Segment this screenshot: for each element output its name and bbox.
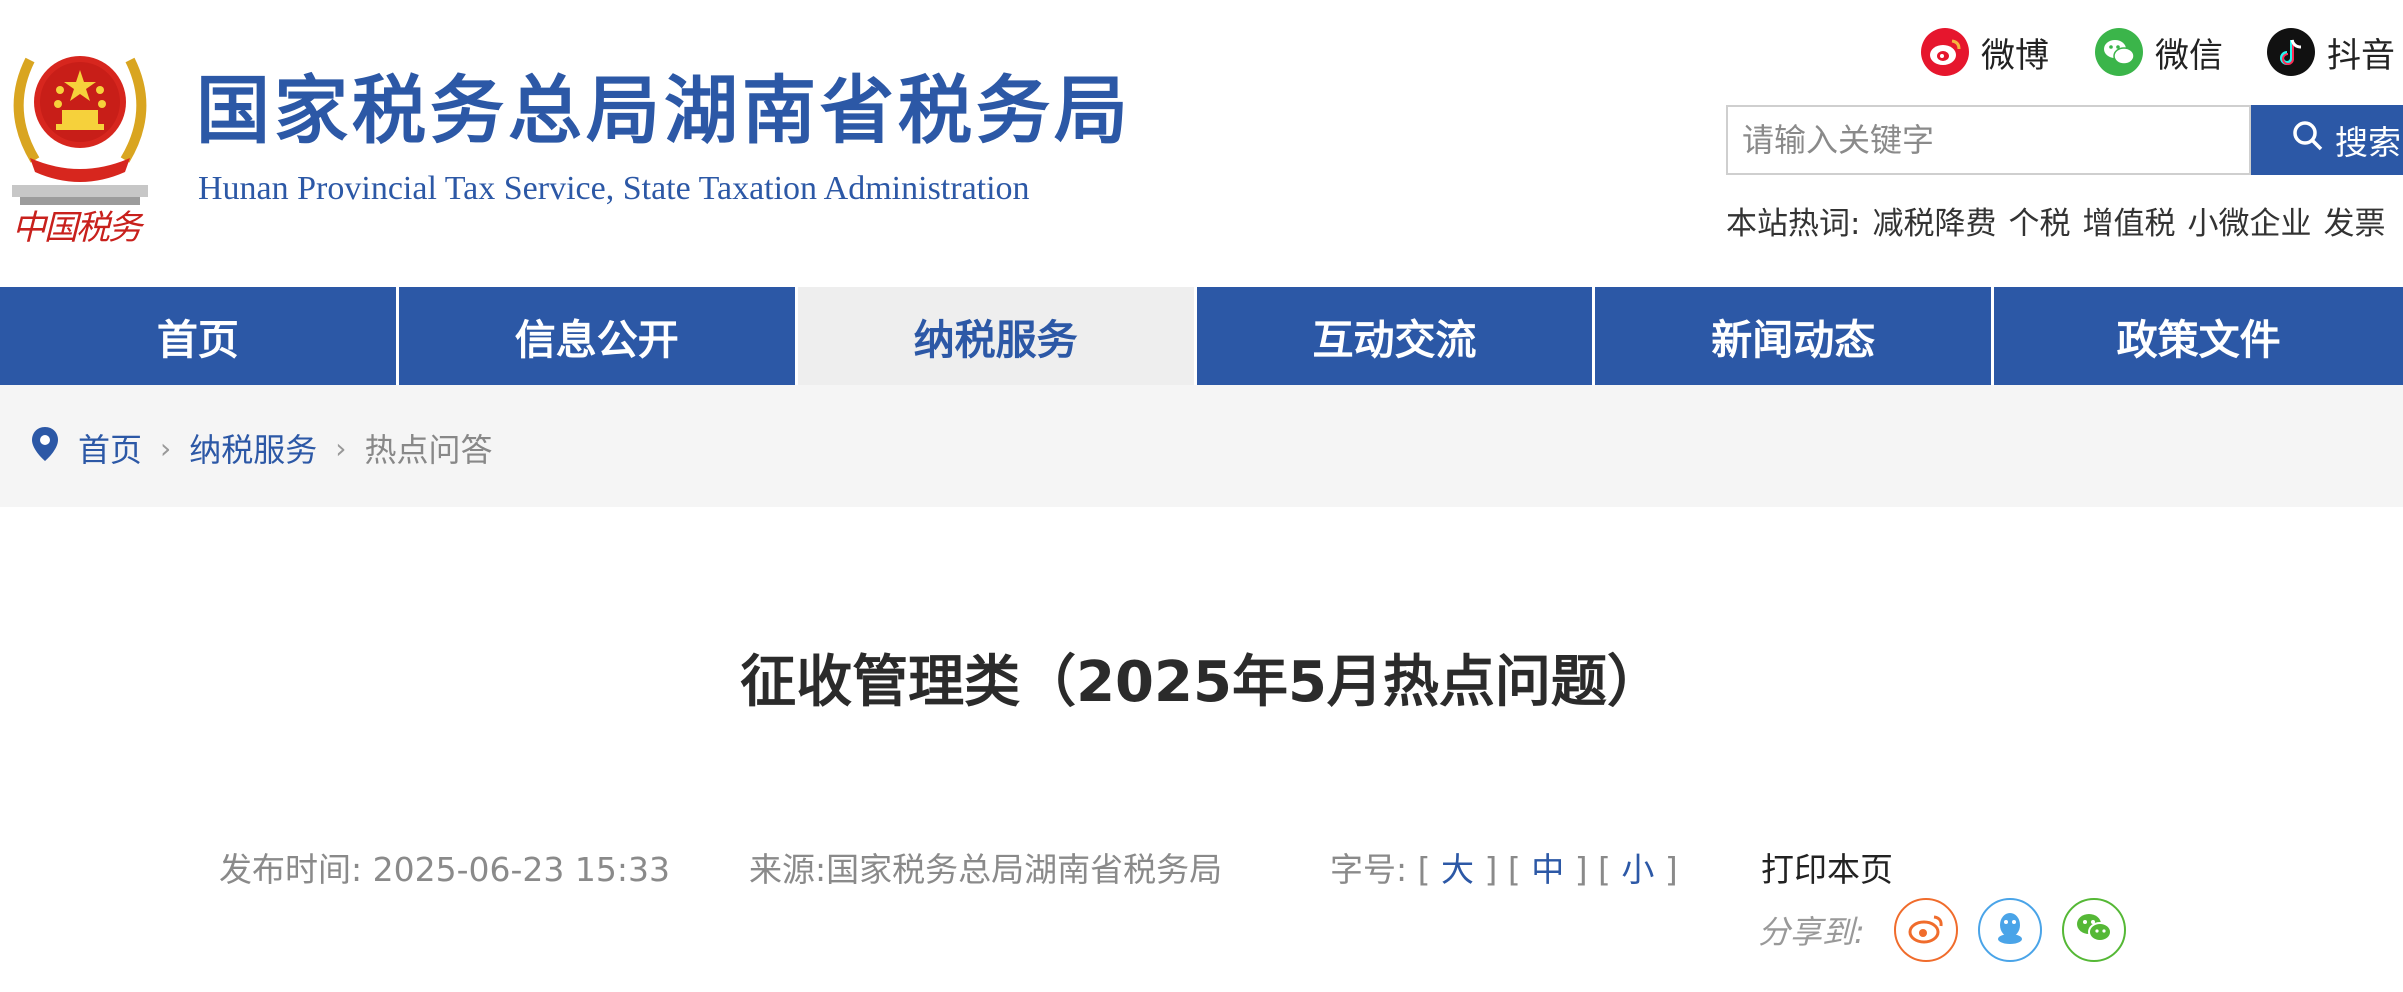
nav-item-info-disclosure[interactable]: 信息公开 [399,287,798,385]
publish-time-value: 2025-06-23 15:33 [372,850,670,889]
source-value: 国家税务总局湖南省税务局 [826,850,1223,889]
qq-icon [1994,910,2026,950]
font-size-label: 字号: [1330,850,1408,889]
emblem-calligraphy: 中国税务 [12,208,142,248]
publish-time: 发布时间: 2025-06-23 15:33 [219,848,670,892]
search-button-label: 搜索 [2335,123,2401,162]
site-subtitle: Hunan Provincial Tax Service, State Taxa… [198,170,1030,207]
article-source: 来源:国家税务总局湖南省税务局 [749,848,1222,892]
douyin-link[interactable]: 抖音 [2267,24,2395,80]
hot-word-link[interactable]: 发票 [2323,198,2385,243]
hot-word-link[interactable]: 增值税 [2082,198,2175,243]
wechat-icon [2075,912,2113,948]
breadcrumb-taxpayer-service[interactable]: 纳税服务 [189,425,317,471]
chevron-right-icon: › [335,431,347,465]
douyin-label: 抖音 [2327,35,2395,76]
wechat-label: 微信 [2155,35,2223,76]
weibo-icon [1921,28,1969,76]
search-button[interactable]: 搜索 [2251,105,2403,175]
douyin-icon [2267,28,2315,76]
share-weibo-button[interactable] [1894,898,1958,962]
site-title: 国家税务总局湖南省税务局 [196,68,1132,154]
share-qq-button[interactable] [1978,898,2042,962]
breadcrumb-bar: 首页 › 纳税服务 › 热点问答 [0,385,2403,507]
breadcrumb: 首页 › 纳税服务 › 热点问答 [30,425,492,471]
site-header: 中国税务 国家税务总局湖南省税务局 Hunan Provincial Tax S… [0,0,2403,287]
hot-words-label: 本站热词: [1726,206,1861,242]
chevron-right-icon: › [160,431,172,465]
publish-time-label: 发布时间: [219,850,363,889]
tax-emblem-logo[interactable]: 中国税务 [0,40,160,250]
breadcrumb-current: 热点问答 [364,431,493,469]
main-nav: 首页 信息公开 纳税服务 互动交流 新闻动态 政策文件 [0,287,2403,385]
share-label: 分享到: [1758,913,1865,951]
nav-item-news[interactable]: 新闻动态 [1595,287,1995,385]
article-title: 征收管理类（2025年5月热点问题） [740,650,1663,715]
hot-words: 本站热词: 减税降费 个税 增值税 小微企业 发票 [1726,198,2385,243]
hot-word-link[interactable]: 小微企业 [2187,198,2311,243]
share-wechat-button[interactable] [2062,898,2126,962]
nav-item-policy-documents[interactable]: 政策文件 [1994,287,2403,385]
hot-word-link[interactable]: 减税降费 [1872,198,1996,243]
nav-item-interaction[interactable]: 互动交流 [1197,287,1596,385]
weibo-label: 微博 [1981,35,2049,76]
weibo-icon [1907,912,1945,948]
print-page-link[interactable]: 打印本页 [1761,848,1893,892]
wechat-icon [2095,28,2143,76]
wechat-link[interactable]: 微信 [2095,24,2223,80]
search-input[interactable] [1726,105,2251,175]
font-size-large-button[interactable]: 大 [1441,850,1474,889]
weibo-link[interactable]: 微博 [1921,24,2049,80]
nav-item-home[interactable]: 首页 [0,287,399,385]
font-size-controls: 字号: [ 大 ] [ 中 ] [ 小 ] [1330,850,1678,889]
font-size-small-button[interactable]: 小 [1621,850,1654,889]
location-pin-icon [30,425,60,471]
hot-word-link[interactable]: 个税 [2008,198,2070,243]
search-icon [2291,119,2325,161]
source-label: 来源: [749,850,827,889]
font-size-medium-button[interactable]: 中 [1531,850,1564,889]
nav-item-taxpayer-service[interactable]: 纳税服务 [797,287,1197,385]
breadcrumb-home[interactable]: 首页 [78,425,142,471]
